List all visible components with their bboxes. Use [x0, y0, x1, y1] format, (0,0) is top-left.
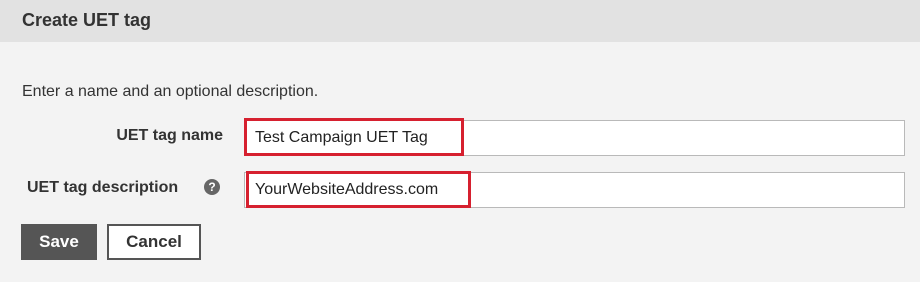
- uet-tag-name-input[interactable]: [244, 120, 905, 156]
- save-button[interactable]: Save: [21, 224, 97, 260]
- form-instructions: Enter a name and an optional description…: [22, 83, 319, 100]
- uet-tag-description-input[interactable]: [244, 172, 905, 208]
- uet-tag-name-label: UET tag name: [116, 127, 223, 144]
- help-circle-icon[interactable]: ?: [204, 179, 220, 195]
- dialog-title: Create UET tag: [22, 10, 152, 30]
- uet-tag-description-label: UET tag description: [27, 179, 179, 196]
- dialog-header: Create UET tag: [0, 0, 920, 42]
- cancel-button[interactable]: Cancel: [107, 224, 201, 260]
